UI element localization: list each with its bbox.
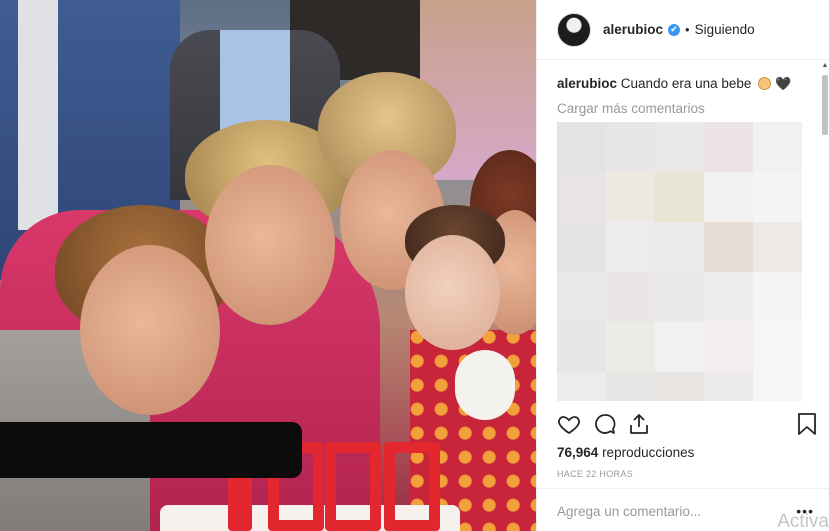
post-video[interactable] bbox=[0, 0, 536, 531]
blurred-pixel bbox=[655, 222, 704, 272]
blurred-pixel bbox=[557, 272, 606, 322]
load-more-comments-link[interactable]: Cargar más comentarios bbox=[557, 101, 822, 116]
blurred-pixel bbox=[606, 372, 655, 401]
verified-badge-icon: ✔ bbox=[668, 23, 681, 36]
blurred-pixel bbox=[655, 172, 704, 222]
author-username[interactable]: alerubioc bbox=[603, 22, 663, 37]
scroll-up-arrow-icon[interactable]: ▲ bbox=[821, 61, 829, 71]
caption-username[interactable]: alerubioc bbox=[557, 76, 617, 91]
post-header: alerubioc ✔ • Siguiendo bbox=[537, 0, 829, 60]
redaction-bar bbox=[0, 422, 302, 478]
blurred-pixel bbox=[704, 322, 753, 372]
blurred-pixel bbox=[704, 122, 753, 172]
blurred-pixel bbox=[557, 322, 606, 372]
blurred-pixel bbox=[753, 322, 802, 372]
comments-list[interactable]: alerubioc Cuando era una bebe 🖤 Cargar m… bbox=[537, 61, 822, 401]
blurred-pixel bbox=[557, 122, 606, 172]
blurred-pixel bbox=[704, 172, 753, 222]
avatar[interactable] bbox=[557, 12, 591, 47]
views-label: reproducciones bbox=[602, 445, 695, 460]
blurred-pixel bbox=[655, 122, 704, 172]
blurred-pixel bbox=[704, 372, 753, 401]
comment-bubble-icon[interactable] bbox=[593, 412, 617, 436]
blurred-comments bbox=[557, 122, 802, 401]
blurred-pixel bbox=[704, 272, 753, 322]
blurred-pixel bbox=[753, 172, 802, 222]
windows-activation-watermark: Activa bbox=[777, 511, 829, 531]
post-sidebar: alerubioc ✔ • Siguiendo alerubioc Cuando… bbox=[536, 0, 829, 531]
comment-input[interactable] bbox=[557, 504, 777, 519]
blurred-pixel bbox=[606, 222, 655, 272]
blurred-pixel bbox=[704, 222, 753, 272]
comments-scrollbar[interactable]: ▲ bbox=[821, 61, 829, 401]
like-heart-icon[interactable] bbox=[557, 412, 581, 436]
blurred-pixel bbox=[606, 122, 655, 172]
view-count[interactable]: 76,964 reproducciones bbox=[557, 445, 694, 460]
blurred-pixel bbox=[606, 322, 655, 372]
background-person-shirt bbox=[18, 0, 58, 230]
separator-dot: • bbox=[685, 22, 690, 37]
blurred-pixel bbox=[606, 172, 655, 222]
blurred-pixel bbox=[753, 272, 802, 322]
post-caption: alerubioc Cuando era una bebe 🖤 bbox=[557, 75, 822, 93]
black-heart-emoji: 🖤 bbox=[774, 76, 792, 91]
action-bar bbox=[557, 412, 817, 442]
bookmark-icon[interactable] bbox=[796, 412, 818, 436]
blurred-pixel bbox=[655, 372, 704, 401]
blurred-pixel bbox=[655, 322, 704, 372]
scrollbar-thumb[interactable] bbox=[822, 75, 828, 135]
share-icon[interactable] bbox=[627, 412, 651, 436]
blurred-pixel bbox=[753, 122, 802, 172]
face-2 bbox=[205, 165, 335, 325]
candle-digit-0 bbox=[325, 442, 381, 531]
views-number: 76,964 bbox=[557, 445, 599, 460]
blurred-pixel bbox=[655, 272, 704, 322]
post-timestamp[interactable]: HACE 22 HORAS bbox=[557, 469, 633, 479]
blurred-pixel bbox=[557, 222, 606, 272]
face-1 bbox=[80, 245, 220, 415]
blurred-pixel bbox=[557, 372, 606, 401]
baby-sleeve bbox=[455, 350, 515, 420]
candle-digit-0 bbox=[384, 442, 440, 531]
baby-emoji-icon bbox=[758, 77, 772, 90]
blurred-pixel bbox=[753, 222, 802, 272]
baby-face bbox=[405, 235, 500, 350]
following-button[interactable]: Siguiendo bbox=[695, 22, 755, 37]
blurred-pixel bbox=[606, 272, 655, 322]
caption-text: Cuando era una bebe bbox=[620, 76, 752, 91]
blurred-pixel bbox=[557, 172, 606, 222]
blurred-pixel bbox=[753, 372, 802, 401]
